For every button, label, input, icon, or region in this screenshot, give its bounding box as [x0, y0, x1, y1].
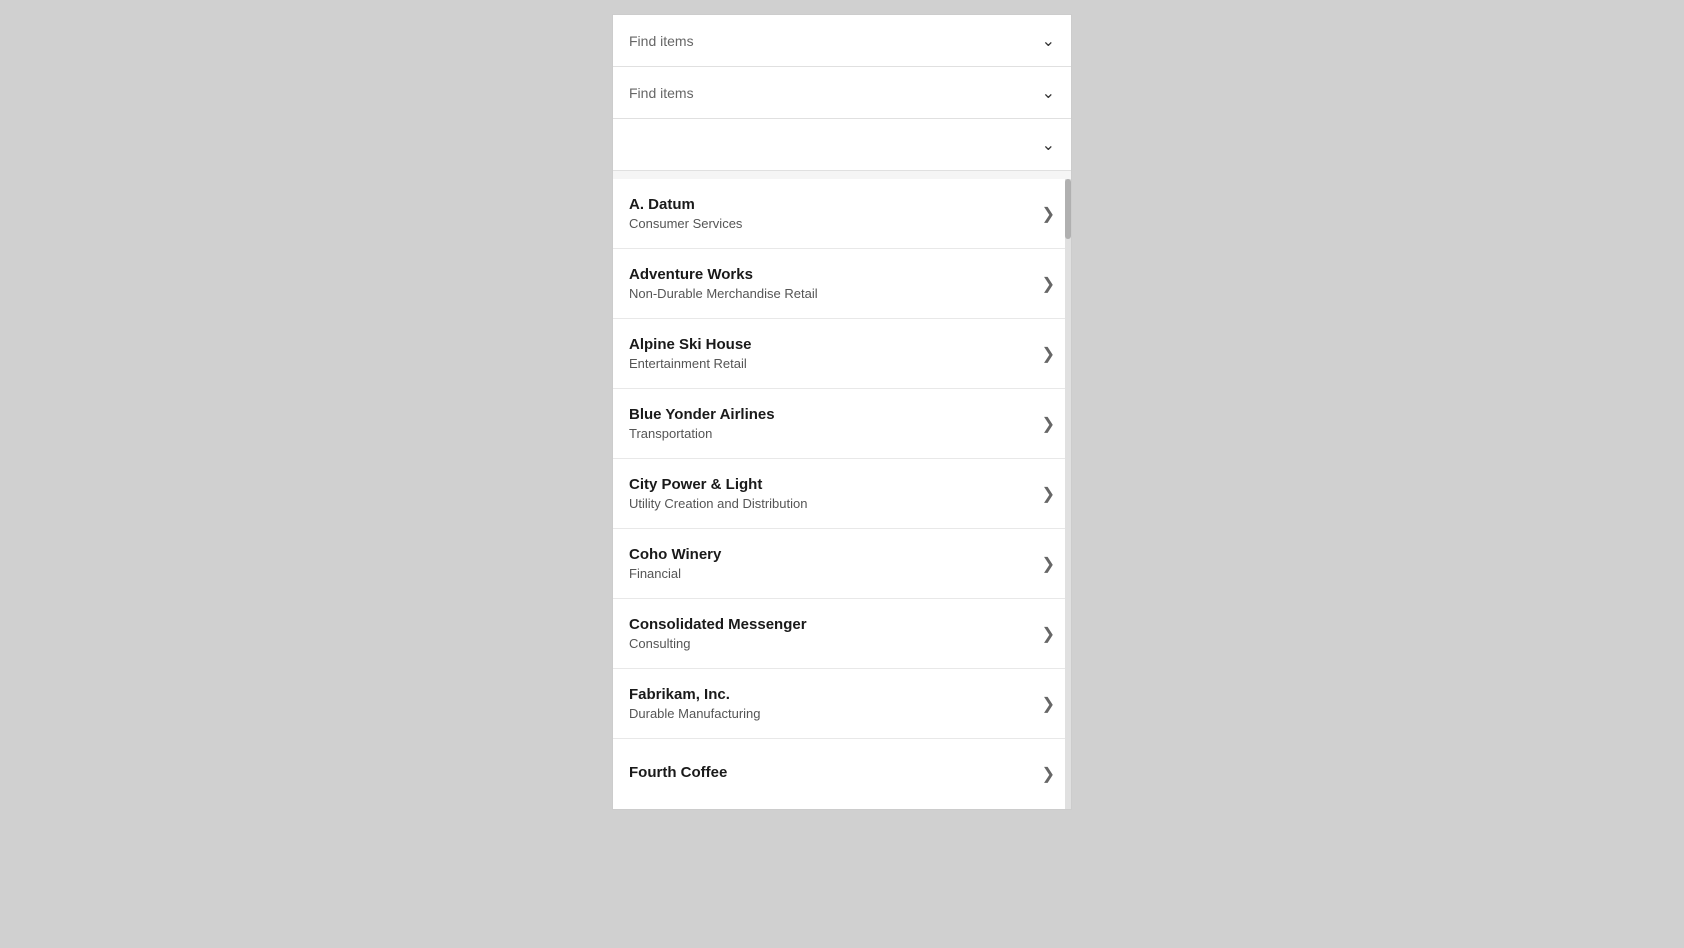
chevron-down-icon-2: ⌄: [1042, 83, 1055, 103]
list-item-consolidated-messenger-subtitle: Consulting: [629, 636, 1034, 651]
list-item-consolidated-messenger-title: Consolidated Messenger: [629, 616, 1034, 633]
chevron-right-icon: ❯: [1042, 274, 1055, 294]
chevron-right-icon: ❯: [1042, 764, 1055, 784]
list-item-city-power-light[interactable]: City Power & Light Utility Creation and …: [613, 459, 1071, 529]
list-item-blue-yonder-airlines-content: Blue Yonder Airlines Transportation: [629, 406, 1034, 441]
find-items-placeholder-2: Find items: [629, 85, 694, 101]
main-panel: Find items ⌄ Find items ⌄ ⌄ A. Datum Con…: [612, 14, 1072, 810]
list-item-city-power-light-title: City Power & Light: [629, 476, 1034, 493]
list-item-blue-yonder-airlines-subtitle: Transportation: [629, 426, 1034, 441]
chevron-down-icon-1: ⌄: [1042, 31, 1055, 51]
list-item-alpine-ski-house[interactable]: Alpine Ski House Entertainment Retail ❯: [613, 319, 1071, 389]
list-item-alpine-ski-house-subtitle: Entertainment Retail: [629, 356, 1034, 371]
scroll-thumb[interactable]: [1065, 179, 1071, 239]
list-item-consolidated-messenger-content: Consolidated Messenger Consulting: [629, 616, 1034, 651]
list-item-a-datum-title: A. Datum: [629, 196, 1034, 213]
list-item-city-power-light-content: City Power & Light Utility Creation and …: [629, 476, 1034, 511]
list-item-fabrikam[interactable]: Fabrikam, Inc. Durable Manufacturing ❯: [613, 669, 1071, 739]
list-item-fabrikam-content: Fabrikam, Inc. Durable Manufacturing: [629, 686, 1034, 721]
find-items-dropdown-1[interactable]: Find items ⌄: [613, 15, 1071, 67]
find-items-dropdown-2[interactable]: Find items ⌄: [613, 67, 1071, 119]
list-item-alpine-ski-house-title: Alpine Ski House: [629, 336, 1034, 353]
list-item-fourth-coffee-title: Fourth Coffee: [629, 764, 1034, 781]
list-item-fourth-coffee-content: Fourth Coffee: [629, 764, 1034, 784]
chevron-right-icon: ❯: [1042, 344, 1055, 364]
list-item-adventure-works-subtitle: Non-Durable Merchandise Retail: [629, 286, 1034, 301]
chevron-down-icon-3: ⌄: [1042, 135, 1055, 155]
list-item-fabrikam-title: Fabrikam, Inc.: [629, 686, 1034, 703]
list-item-adventure-works-title: Adventure Works: [629, 266, 1034, 283]
list-item-blue-yonder-airlines[interactable]: Blue Yonder Airlines Transportation ❯: [613, 389, 1071, 459]
list-item-adventure-works[interactable]: Adventure Works Non-Durable Merchandise …: [613, 249, 1071, 319]
list-item-coho-winery-content: Coho Winery Financial: [629, 546, 1034, 581]
list-item-alpine-ski-house-content: Alpine Ski House Entertainment Retail: [629, 336, 1034, 371]
list-item-coho-winery[interactable]: Coho Winery Financial ❯: [613, 529, 1071, 599]
list-item-coho-winery-title: Coho Winery: [629, 546, 1034, 563]
list-item-city-power-light-subtitle: Utility Creation and Distribution: [629, 496, 1034, 511]
list-item-blue-yonder-airlines-title: Blue Yonder Airlines: [629, 406, 1034, 423]
list-item-fabrikam-subtitle: Durable Manufacturing: [629, 706, 1034, 721]
list-item-consolidated-messenger[interactable]: Consolidated Messenger Consulting ❯: [613, 599, 1071, 669]
chevron-right-icon: ❯: [1042, 554, 1055, 574]
find-items-placeholder-1: Find items: [629, 33, 694, 49]
chevron-right-icon: ❯: [1042, 484, 1055, 504]
list-item-a-datum-subtitle: Consumer Services: [629, 216, 1034, 231]
list-item-adventure-works-content: Adventure Works Non-Durable Merchandise …: [629, 266, 1034, 301]
chevron-right-icon: ❯: [1042, 694, 1055, 714]
list-item-fourth-coffee[interactable]: Fourth Coffee ❯: [613, 739, 1071, 809]
list-item-a-datum-content: A. Datum Consumer Services: [629, 196, 1034, 231]
list-item-coho-winery-subtitle: Financial: [629, 566, 1034, 581]
list-item-a-datum[interactable]: A. Datum Consumer Services ❯: [613, 179, 1071, 249]
chevron-right-icon: ❯: [1042, 204, 1055, 224]
find-items-dropdown-3[interactable]: ⌄: [613, 119, 1071, 171]
scroll-track: [1065, 179, 1071, 809]
accounts-list: A. Datum Consumer Services ❯ Adventure W…: [613, 179, 1071, 809]
chevron-right-icon: ❯: [1042, 624, 1055, 644]
chevron-right-icon: ❯: [1042, 414, 1055, 434]
